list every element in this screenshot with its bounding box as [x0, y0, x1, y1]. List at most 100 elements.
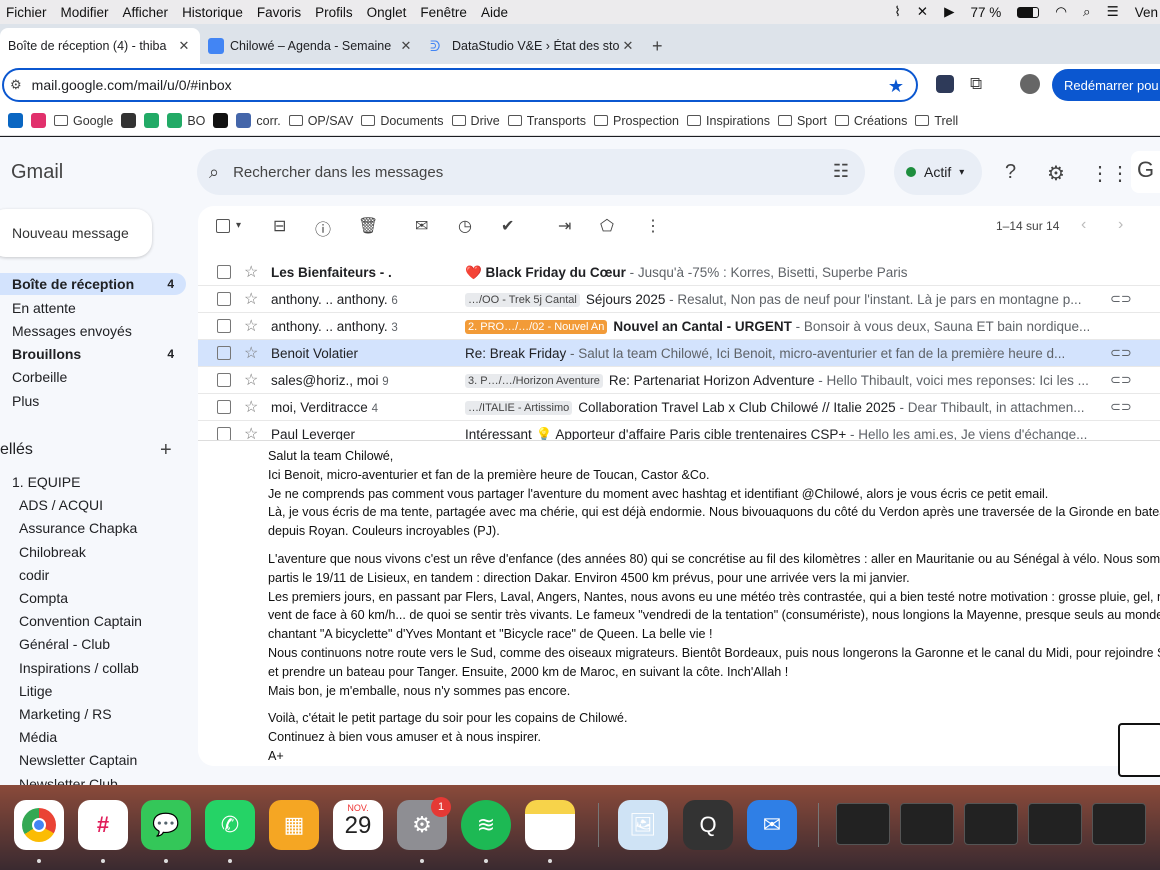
sidebar-item-4[interactable]: Corbeille [0, 366, 186, 388]
new-tab-button[interactable]: + [644, 28, 684, 64]
menu-aide[interactable]: Aide [481, 5, 516, 20]
tab-calendar[interactable]: Chilowé – Agenda - Semaine ✕ [200, 28, 422, 64]
minimized-window[interactable] [964, 803, 1018, 845]
site-info-icon[interactable]: ⚙ [10, 77, 22, 93]
table-row[interactable]: ☆ Benoit Volatier Re: Break Friday - Salu… [198, 340, 1160, 367]
label-item[interactable]: ADS / ACQUI [19, 497, 103, 513]
whatsapp-icon[interactable]: ✆ [205, 800, 255, 850]
row-checkbox[interactable] [217, 373, 231, 387]
preview-thumbnail[interactable] [1118, 723, 1160, 777]
mail-icon[interactable]: ✉ [747, 800, 797, 850]
battery-icon[interactable] [1017, 6, 1040, 18]
extension-icon[interactable] [936, 75, 954, 93]
label-item[interactable]: Newsletter Club [19, 776, 118, 785]
menu-onglet[interactable]: Onglet [367, 5, 415, 20]
calculator-icon[interactable]: ▦ [269, 800, 319, 850]
menu-fenetre[interactable]: Fenêtre [420, 5, 475, 20]
move-to-icon[interactable]: ⇥ [558, 216, 571, 236]
preview-icon[interactable]: 🖼 [618, 800, 668, 850]
status-selector[interactable]: Actif ▾ [894, 149, 982, 195]
menu-favoris[interactable]: Favoris [257, 5, 309, 20]
bookmark-item[interactable]: Inspirations [687, 114, 770, 128]
star-icon[interactable]: ☆ [244, 262, 258, 282]
label-item[interactable]: Convention Captain [19, 613, 142, 629]
bookmark-item[interactable] [8, 113, 23, 128]
google-account-icon[interactable]: G [1131, 151, 1160, 193]
bookmark-item[interactable] [144, 113, 160, 128]
clock[interactable]: Ven [1135, 5, 1158, 20]
label-item[interactable]: Marketing / RS [19, 706, 112, 722]
slack-icon[interactable]: # [78, 800, 128, 850]
menu-profils[interactable]: Profils [315, 5, 361, 20]
attachment-icon[interactable]: ⊂⊃ [1110, 345, 1132, 361]
tab-gmail[interactable]: Boîte de réception (4) - thiba ✕ [0, 28, 200, 64]
add-task-icon[interactable]: ✔ [501, 216, 514, 236]
play-icon[interactable]: ▶ [944, 4, 954, 20]
star-icon[interactable]: ☆ [244, 289, 258, 309]
label-item[interactable]: Chilobreak [19, 544, 86, 560]
label-tag[interactable]: …/OO - Trek 5j Cantal [465, 293, 580, 307]
star-icon[interactable]: ☆ [244, 370, 258, 390]
url-text[interactable]: mail.google.com/mail/u/0/#inbox [32, 77, 232, 93]
label-item[interactable]: Général - Club [19, 636, 110, 652]
bookmark-star-icon[interactable]: ★ [888, 76, 904, 97]
label-item[interactable]: Newsletter Captain [19, 752, 137, 768]
delete-icon[interactable]: 🗑 [358, 216, 378, 236]
label-item[interactable]: Inspirations / collab [19, 660, 139, 676]
puzzle-icon[interactable]: ⧉ [970, 74, 982, 94]
archive-icon[interactable]: ⊟ [273, 216, 286, 236]
row-checkbox[interactable] [217, 319, 231, 333]
search-input[interactable]: Rechercher dans les messages [233, 164, 443, 181]
bookmark-item[interactable]: Transports [507, 114, 586, 128]
wifi-icon[interactable]: ◠ [1055, 4, 1067, 20]
apps-grid-icon[interactable]: ⋮⋮ [1090, 161, 1130, 186]
select-all-checkbox[interactable] [216, 219, 230, 233]
chevron-down-icon[interactable]: ▾ [236, 220, 241, 231]
filter-options-icon[interactable]: ☷ [833, 161, 849, 182]
bookmark-item[interactable]: corr. [236, 113, 281, 128]
attachment-icon[interactable]: ⊂⊃ [1110, 399, 1132, 415]
menu-modifier[interactable]: Modifier [61, 5, 117, 20]
help-icon[interactable]: ? [1005, 161, 1016, 184]
bookmark-item[interactable]: OP/SAV [288, 114, 353, 128]
close-icon[interactable]: ✕ [620, 38, 636, 54]
more-icon[interactable]: ⋮ [645, 216, 661, 236]
search-icon[interactable]: ⌕ [209, 162, 219, 183]
table-row[interactable]: ☆ sales@horiz., moi 9 3. P…/…/Horizon Aven… [198, 367, 1160, 394]
bookmark-item[interactable]: Sport [777, 114, 827, 128]
spotlight-icon[interactable]: ⌕ [1083, 4, 1091, 20]
bookmark-item[interactable]: Documents [361, 114, 444, 128]
star-icon[interactable]: ☆ [244, 397, 258, 417]
table-row[interactable]: ☆ anthony. .. anthony. 3 2. PRO…/…/02 - No… [198, 313, 1160, 340]
label-item[interactable]: 1. EQUIPE [12, 474, 80, 490]
close-icon[interactable]: ✕ [176, 38, 192, 54]
star-icon[interactable]: ☆ [244, 343, 258, 363]
minimized-window[interactable] [836, 803, 890, 845]
bookmark-item[interactable]: Prospection [594, 114, 679, 128]
table-row[interactable]: ☆ moi, Verditracce 4 …/ITALIE - Artissimo C… [198, 394, 1160, 421]
address-bar[interactable]: ⚙ mail.google.com/mail/u/0/#inbox ★ [2, 68, 918, 102]
messages-icon[interactable]: 💬 [141, 800, 191, 850]
label-item[interactable]: Assurance Chapka [19, 520, 137, 536]
avatar[interactable] [1020, 74, 1040, 94]
menu-afficher[interactable]: Afficher [123, 5, 177, 20]
menu-historique[interactable]: Historique [182, 5, 251, 20]
minimized-window[interactable] [1092, 803, 1146, 845]
prev-page-icon[interactable]: ‹ [1081, 216, 1086, 234]
close-icon[interactable]: ✕ [398, 38, 414, 54]
table-row[interactable]: ☆ anthony. .. anthony. 6 …/OO - Trek 5j Ca… [198, 286, 1160, 313]
bookmark-item[interactable]: Créations [834, 114, 907, 128]
gmail-logo[interactable]: Gmail [11, 161, 63, 184]
restart-button[interactable]: Redémarrer pou [1052, 69, 1160, 101]
notes-icon[interactable] [525, 800, 575, 850]
label-tag[interactable]: 2. PRO…/…/02 - Nouvel An [465, 320, 608, 334]
label-item[interactable]: Litige [19, 683, 52, 699]
bookmark-item[interactable] [121, 113, 137, 128]
label-item[interactable]: Média [19, 729, 57, 745]
sidebar-item-5[interactable]: Plus [0, 390, 186, 412]
row-checkbox[interactable] [217, 400, 231, 414]
add-label-icon[interactable]: + [160, 439, 172, 462]
table-row[interactable]: ☆ Les Bienfaiteurs - . ❤️ Black Friday du… [198, 259, 1160, 286]
star-icon[interactable]: ☆ [244, 316, 258, 336]
chrome-icon[interactable] [14, 800, 64, 850]
